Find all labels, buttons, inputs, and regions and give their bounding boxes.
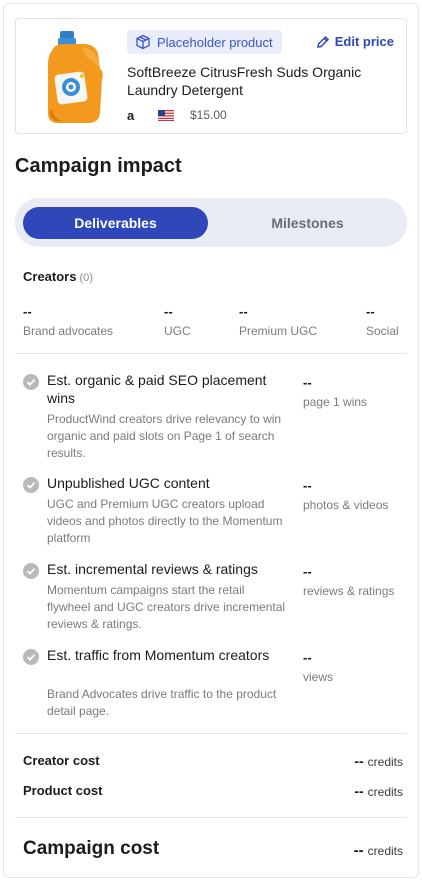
edit-price-label: Edit price [334,34,394,49]
product-name: SoftBreeze CitrusFresh Suds Organic Laun… [127,64,362,98]
stat-premium-ugc: -- Premium UGC [239,304,317,338]
product-meta: a $15.00 [127,106,227,124]
cost-value: -- [354,753,364,769]
amazon-icon: a [127,107,135,123]
check-circle-icon [23,563,39,579]
item-description: Brand Advocates drive traffic to the pro… [47,687,277,718]
badge-label: Placeholder product [157,34,273,50]
box-icon [136,34,150,50]
stat-value: -- [239,304,248,319]
cost-label: Product cost [23,783,103,798]
placeholder-product-badge: Placeholder product [127,30,282,54]
divider [15,733,407,734]
total-value: -- [353,842,364,859]
deliverable-item-ugc-content: Unpublished UGC content UGC and Premium … [23,474,403,546]
cost-unit: credits [367,785,403,799]
campaign-cost-row: Campaign cost -- credits [23,838,403,864]
edit-price-button[interactable]: Edit price [316,34,394,49]
tab-milestones[interactable]: Milestones [215,207,400,239]
total-amount: -- credits [354,842,403,859]
item-unit: views [303,670,334,684]
item-value: -- [303,478,312,493]
cost-value: -- [354,783,364,799]
item-value: -- [303,564,312,579]
item-title: Est. organic & paid SEO placement wins [47,372,267,406]
stat-label: Brand advocates [23,324,114,338]
stat-value: -- [366,304,375,319]
product-card: Placeholder product Edit price SoftBreez… [15,18,407,134]
item-title: Unpublished UGC content [47,475,210,491]
deliverable-item-reviews: Est. incremental reviews & ratings Momen… [23,560,403,632]
stat-ugc: -- UGC [164,304,191,338]
divider [15,353,407,354]
total-label: Campaign cost [23,838,160,859]
total-unit: credits [367,844,403,858]
item-description: UGC and Premium UGC creators upload vide… [47,497,283,545]
item-unit: reviews & ratings [303,584,395,598]
stat-social: -- Social [366,304,399,338]
product-image [48,31,103,123]
check-circle-icon [23,649,39,665]
item-title: Est. incremental reviews & ratings [47,561,258,577]
item-value: -- [303,650,312,665]
check-circle-icon [23,477,39,493]
stat-value: -- [164,304,173,319]
item-description: Momentum campaigns start the retail flyw… [47,583,286,631]
pencil-icon [316,35,329,48]
cost-label: Creator cost [23,753,100,768]
stat-brand-advocates: -- Brand advocates [23,304,113,338]
campaign-panel: Placeholder product Edit price SoftBreez… [3,3,419,878]
item-title: Est. traffic from Momentum creators [47,647,270,663]
deliverable-item-seo: Est. organic & paid SEO placement wins P… [23,371,403,461]
creators-count: (0) [79,272,93,284]
check-circle-icon [23,374,39,390]
cost-amount: -- credits [354,753,403,769]
deliverable-item-traffic: Est. traffic from Momentum creators Bran… [23,646,403,722]
item-unit: photos & videos [303,498,389,512]
item-unit: page 1 wins [303,395,368,409]
item-value: -- [303,375,312,390]
cost-unit: credits [367,755,403,769]
creators-label: Creators [23,269,77,284]
cost-amount: -- credits [354,783,403,799]
product-cost-row: Product cost -- credits [23,783,403,801]
tab-deliverables[interactable]: Deliverables [23,207,208,239]
us-flag-icon [158,109,174,121]
creators-heading: Creators (0) [23,269,93,284]
stat-label: Premium UGC [239,324,318,338]
campaign-impact-title: Campaign impact [15,155,182,177]
deliverables-milestones-toggle: Deliverables Milestones [15,198,407,247]
stat-value: -- [23,304,32,319]
product-price: $15.00 [190,108,227,122]
creator-cost-row: Creator cost -- credits [23,753,403,771]
item-description: ProductWind creators drive relevancy to … [47,412,282,460]
stat-label: UGC [164,324,191,338]
divider [15,817,407,818]
stat-label: Social [366,324,399,338]
